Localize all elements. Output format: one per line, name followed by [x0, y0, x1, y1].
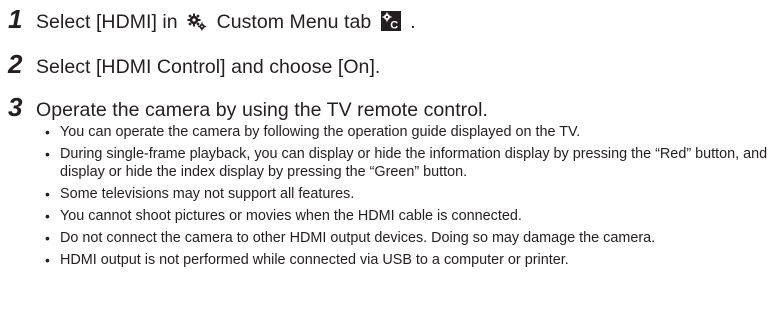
bullet-glyph: •	[45, 124, 50, 140]
list-item-text: During single-frame playback, you can di…	[60, 145, 768, 181]
step-number: 3	[8, 92, 23, 122]
step-number: 1	[8, 4, 23, 34]
list-item: • During single-frame playback, you can d…	[43, 145, 768, 182]
step-1-text-before: Select [HDMI] in	[36, 11, 178, 33]
step-1-text-middle: Custom Menu tab	[216, 11, 372, 33]
step-1: 1 Select [HDMI] in Custom Menu tab C .	[0, 6, 416, 37]
step-1-text: Select [HDMI] in Custom Menu tab C .	[36, 10, 416, 37]
list-item: • Do not connect the camera to other HDMI…	[43, 229, 768, 248]
step-3: 3 Operate the camera by using the TV rem…	[0, 94, 488, 122]
list-item-text: Some televisions may not support all fea…	[60, 186, 355, 203]
bullet-glyph: •	[45, 252, 50, 269]
notes-list: • You can operate the camera by following…	[43, 123, 768, 273]
list-item-text: You can operate the camera by following …	[60, 124, 581, 140]
step-2: 2 Select [HDMI Control] and choose [On].	[0, 51, 380, 79]
list-item: • HDMI output is not performed while conn…	[43, 251, 768, 270]
manual-page: 1 Select [HDMI] in Custom Menu tab C . 2…	[0, 0, 773, 323]
step-number: 2	[8, 49, 23, 79]
list-item-text: You cannot shoot pictures or movies when…	[60, 208, 522, 225]
custom-menu-tab-c-icon: C	[380, 11, 401, 37]
list-item: • You can operate the camera by following…	[43, 123, 768, 142]
step-1-text-after: .	[410, 11, 416, 33]
bullet-glyph: •	[45, 186, 50, 203]
step-3-text: Operate the camera by using the TV remot…	[36, 99, 488, 121]
bullet-glyph: •	[45, 145, 50, 162]
list-item-text: HDMI output is not performed while conne…	[60, 252, 569, 269]
list-item: • Some televisions may not support all fe…	[43, 185, 768, 204]
gear-custom-menu-icon	[187, 13, 207, 37]
bullet-glyph: •	[45, 230, 50, 247]
tab-icon-letter: C	[390, 20, 398, 32]
step-2-text: Select [HDMI Control] and choose [On].	[36, 56, 381, 78]
list-item-text: Do not connect the camera to other HDMI …	[60, 230, 656, 247]
bullet-glyph: •	[45, 208, 50, 225]
list-item: • You cannot shoot pictures or movies whe…	[43, 207, 768, 226]
